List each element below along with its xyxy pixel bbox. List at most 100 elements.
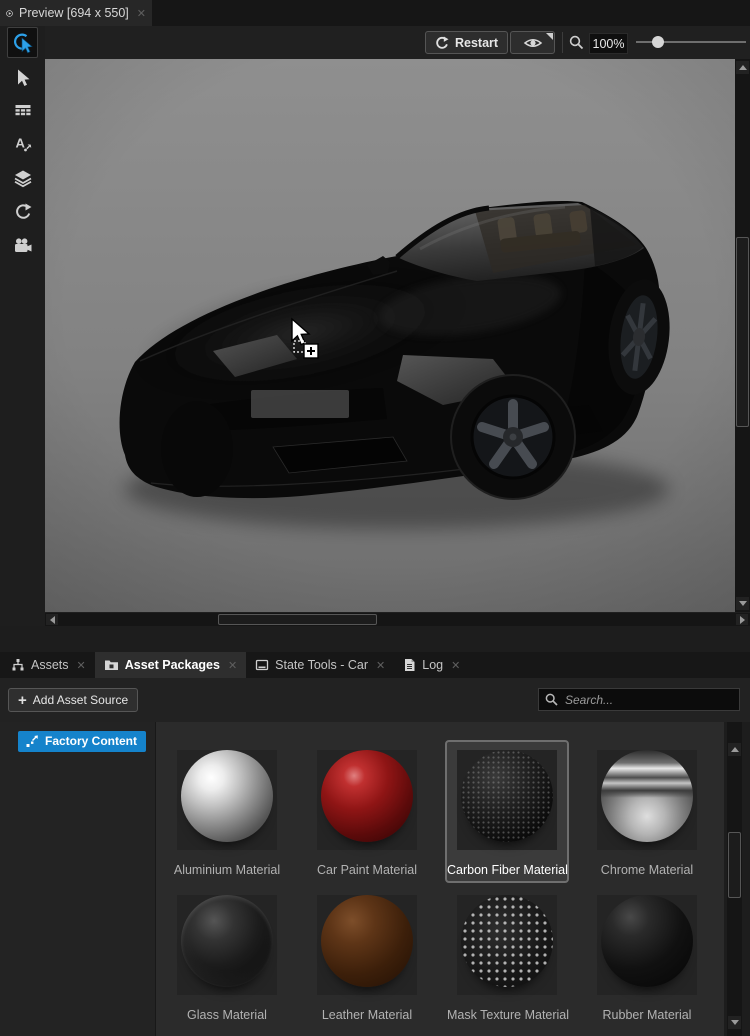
panel-divider-strip xyxy=(0,626,750,652)
eye-icon xyxy=(523,38,542,47)
plus-icon: + xyxy=(18,691,27,709)
viewport-canvas[interactable] xyxy=(45,59,735,612)
scroll-down-button[interactable] xyxy=(736,597,749,610)
material-tile[interactable]: Aluminium Material xyxy=(165,740,289,883)
vscroll-thumb[interactable] xyxy=(736,237,749,427)
preview-tab-title: Preview [694 x 550] xyxy=(18,6,129,20)
bottom-tabbar: Assets ✕ Asset Packages ✕ State Tools - … xyxy=(0,652,750,678)
select-arrow-icon xyxy=(17,69,29,86)
pick-tool-icon xyxy=(13,33,33,53)
redo-arrow-icon xyxy=(15,203,31,219)
viewport-vscrollbar[interactable] xyxy=(735,59,750,612)
tab-label: Assets xyxy=(31,658,69,672)
material-thumbnail xyxy=(597,750,697,850)
chrome-sphere xyxy=(601,750,693,842)
masktexture-sphere xyxy=(461,895,553,987)
sidebar-item-factory-content[interactable]: Factory Content xyxy=(18,731,147,752)
material-label: Glass Material xyxy=(187,1008,267,1022)
rubber-sphere xyxy=(601,895,693,987)
search-box[interactable] xyxy=(538,688,740,711)
close-icon[interactable]: ✕ xyxy=(77,659,86,672)
tab-label: Log xyxy=(422,658,444,672)
tab-assets[interactable]: Assets ✕ xyxy=(2,652,95,678)
scatter-arrow-icon xyxy=(26,734,38,747)
material-label: Carbon Fiber Material xyxy=(447,863,568,877)
window-icon xyxy=(256,659,269,671)
zoom-level-field[interactable] xyxy=(589,33,628,54)
factory-content-label: Factory Content xyxy=(45,734,138,748)
material-label: Rubber Material xyxy=(602,1008,692,1022)
scroll-left-button[interactable] xyxy=(46,614,58,625)
leather-sphere xyxy=(321,895,413,987)
material-tile[interactable]: Car Paint Material xyxy=(305,740,429,883)
tab-log[interactable]: Log ✕ xyxy=(394,652,469,678)
material-tile[interactable]: Chrome Material xyxy=(585,740,709,883)
restart-icon xyxy=(436,36,449,49)
text-translate-icon: A xyxy=(15,135,31,151)
material-tile[interactable]: Rubber Material xyxy=(585,885,709,1028)
visibility-button[interactable] xyxy=(510,31,555,54)
search-input[interactable] xyxy=(563,691,733,708)
viewport-hscrollbar[interactable] xyxy=(45,613,750,626)
redo-tool-button[interactable] xyxy=(7,196,38,227)
pick-tool-button[interactable] xyxy=(7,27,38,58)
material-thumbnail xyxy=(177,750,277,850)
preview-tabbar: Preview [694 x 550] ✕ xyxy=(0,0,750,27)
layers-tool-button[interactable] xyxy=(7,162,38,193)
close-icon[interactable]: ✕ xyxy=(228,659,237,672)
tool-rail: A xyxy=(0,26,45,626)
select-tool-button[interactable] xyxy=(7,62,38,93)
zoom-slider[interactable] xyxy=(636,34,746,50)
scroll-up-button[interactable] xyxy=(736,61,749,74)
viewport-toolbar: Restart xyxy=(45,26,750,59)
material-label: Leather Material xyxy=(321,1008,413,1022)
asset-toolbar: + Add Asset Source xyxy=(0,678,750,722)
table-view-button[interactable] xyxy=(7,95,38,126)
close-icon[interactable]: ✕ xyxy=(376,659,385,672)
close-icon[interactable]: ✕ xyxy=(451,659,460,672)
material-thumbnail xyxy=(597,895,697,995)
tab-label: State Tools - Car xyxy=(275,658,369,672)
restart-label: Restart xyxy=(455,35,499,50)
material-label: Chrome Material xyxy=(600,863,694,877)
hscroll-thumb[interactable] xyxy=(218,614,377,625)
material-tile[interactable]: Mask Texture Material xyxy=(445,885,569,1028)
application-window: Preview [694 x 550] ✕ A Restart 100% Ass… xyxy=(0,0,750,1036)
material-tile[interactable]: Glass Material xyxy=(165,885,289,1028)
carpaint-sphere xyxy=(321,750,413,842)
play-icon xyxy=(6,9,13,17)
restart-button[interactable]: Restart xyxy=(425,31,509,54)
material-tile[interactable]: Leather Material xyxy=(305,885,429,1028)
zoom-slider-handle[interactable] xyxy=(652,36,664,48)
scroll-down-button[interactable] xyxy=(728,1016,741,1029)
svg-text:A: A xyxy=(15,135,25,150)
toolbar-separator xyxy=(562,32,563,53)
material-thumbnail xyxy=(457,750,557,850)
tab-asset-packages[interactable]: Asset Packages ✕ xyxy=(94,652,247,678)
add-asset-source-button[interactable]: + Add Asset Source xyxy=(8,688,139,712)
tab-preview[interactable]: Preview [694 x 550] ✕ xyxy=(0,0,152,26)
material-thumbnail xyxy=(457,895,557,995)
scroll-right-button[interactable] xyxy=(736,614,748,625)
scroll-up-button[interactable] xyxy=(728,743,741,756)
table-view-icon xyxy=(15,104,30,115)
material-label: Aluminium Material xyxy=(173,863,281,877)
camera-icon xyxy=(15,238,32,252)
materials-panel: Aluminium Material Car Paint Material Carb… xyxy=(156,722,724,1036)
materials-scroll-thumb[interactable] xyxy=(728,832,741,898)
materials-scrollbar[interactable] xyxy=(724,722,750,1036)
text-tool-button[interactable]: A xyxy=(7,128,38,159)
folder-icon xyxy=(104,660,118,670)
material-thumbnail xyxy=(317,750,417,850)
close-icon[interactable]: ✕ xyxy=(137,7,146,20)
assets-tree-icon xyxy=(12,659,24,671)
glass-sphere xyxy=(181,895,273,987)
camera-tool-button[interactable] xyxy=(7,230,38,261)
material-label: Car Paint Material xyxy=(316,863,418,877)
layers-icon xyxy=(14,170,31,187)
carbonfiber-sphere xyxy=(461,750,553,842)
material-label: Mask Texture Material xyxy=(447,1008,570,1022)
material-thumbnail xyxy=(317,895,417,995)
tab-state-tools-car[interactable]: State Tools - Car ✕ xyxy=(246,652,394,678)
material-tile[interactable]: Carbon Fiber Material xyxy=(445,740,569,883)
